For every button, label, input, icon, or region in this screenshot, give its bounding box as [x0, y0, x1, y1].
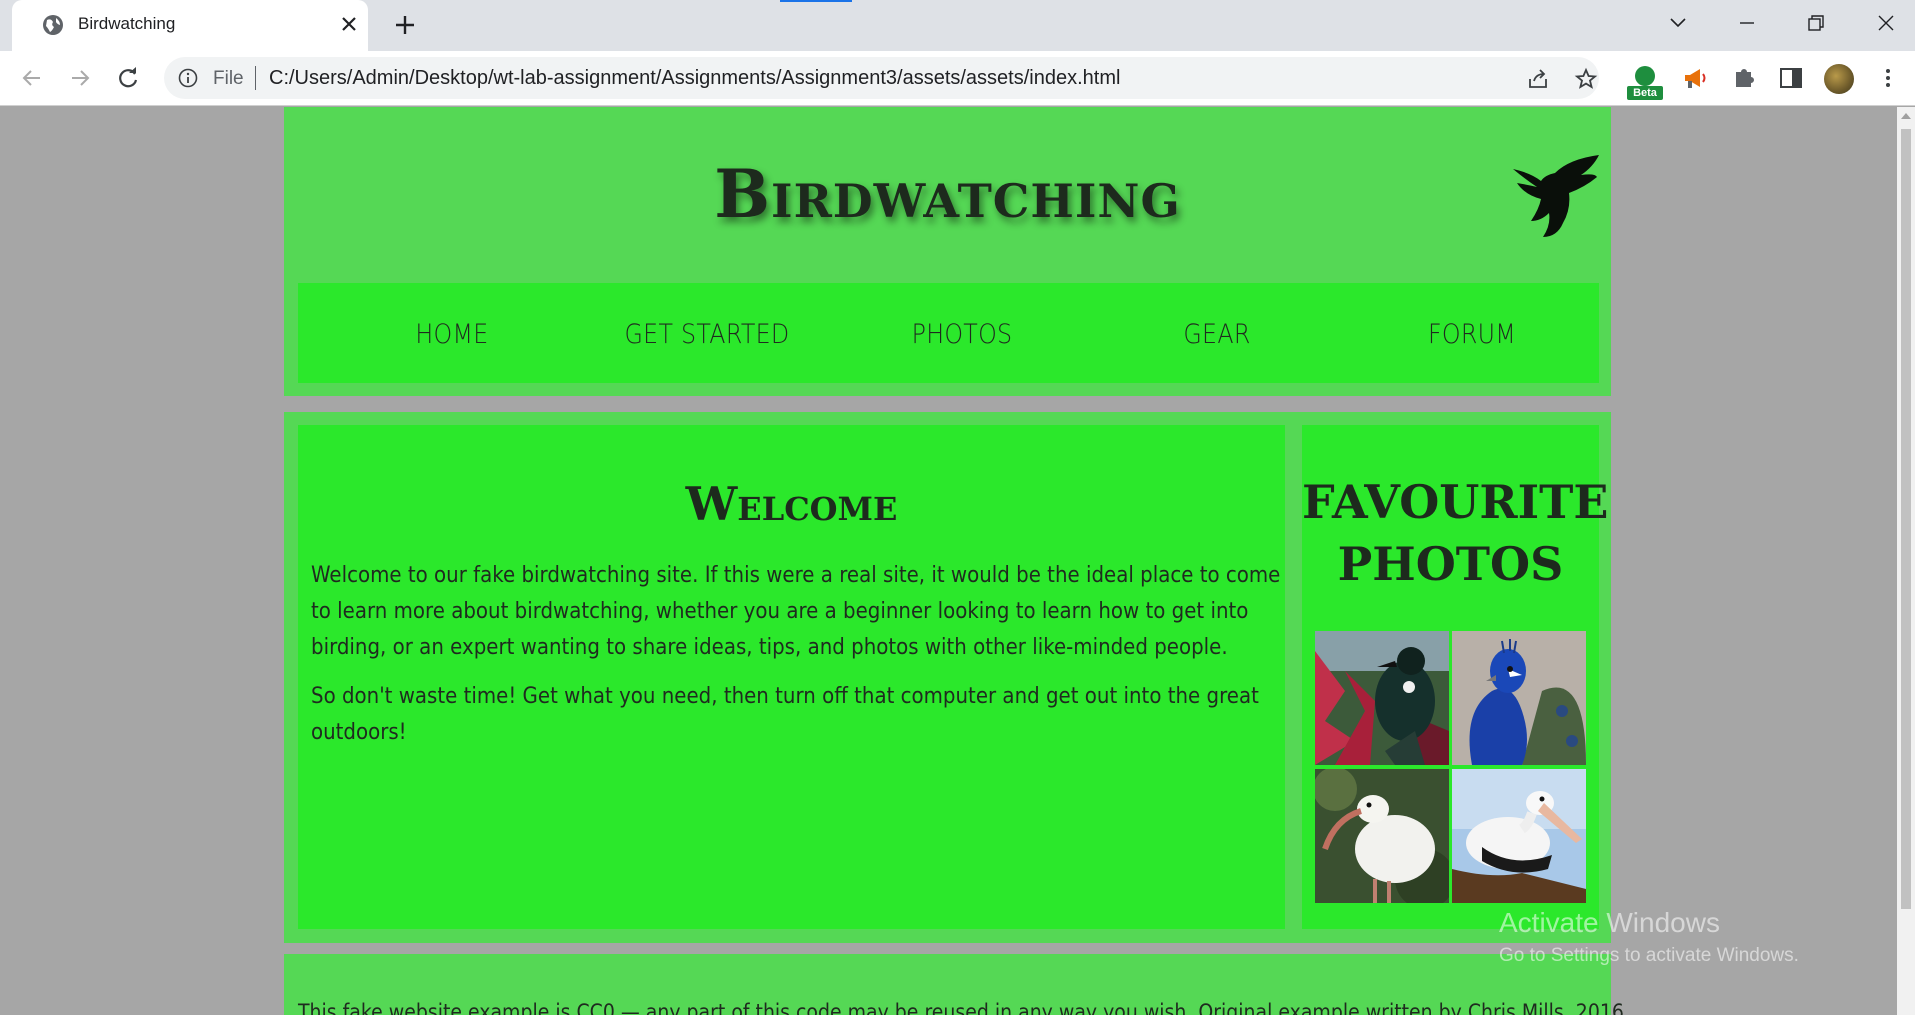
beta-extension-icon[interactable]: Beta	[1627, 66, 1663, 100]
tui-photo[interactable]	[1315, 631, 1449, 765]
reload-icon[interactable]	[114, 64, 142, 92]
restore-icon[interactable]	[1803, 10, 1829, 36]
plus-icon[interactable]	[392, 12, 418, 38]
close-icon[interactable]	[337, 12, 361, 36]
megaphone-icon[interactable]	[1680, 63, 1710, 93]
site-header: Birdwatching HOME GET STARTED PHOTOS GEA…	[284, 107, 1611, 396]
activate-windows-subtitle: Go to Settings to activate Windows.	[1499, 945, 1799, 966]
bird-logo-icon	[1513, 155, 1599, 237]
favourite-photos-panel: FAVOURITE PHOTOS	[1302, 425, 1609, 929]
puzzle-icon[interactable]	[1729, 63, 1759, 93]
scroll-thumb[interactable]	[1901, 129, 1911, 909]
window-close-icon[interactable]	[1873, 10, 1899, 36]
welcome-heading: Welcome	[685, 477, 898, 531]
tab-birdwatching[interactable]: Birdwatching	[12, 0, 368, 51]
nav-gear[interactable]: GEAR	[1129, 319, 1305, 350]
side-panel-icon[interactable]	[1776, 63, 1806, 93]
extension-badge-icon	[1635, 66, 1655, 86]
kebab-menu-icon[interactable]	[1873, 63, 1903, 93]
beta-label: Beta	[1627, 86, 1663, 100]
forward-icon[interactable]	[66, 64, 94, 92]
omnibox-divider	[255, 66, 256, 90]
share-icon[interactable]	[1526, 67, 1550, 91]
chevron-down-icon[interactable]	[1665, 10, 1691, 36]
nav-photos[interactable]: PHOTOS	[874, 319, 1050, 350]
minimize-icon[interactable]	[1734, 10, 1760, 36]
nav-home[interactable]: HOME	[364, 319, 540, 350]
welcome-paragraph-1: Welcome to our fake birdwatching site. I…	[311, 563, 1281, 660]
welcome-paragraph-2: So don't waste time! Get what you need, …	[311, 684, 1259, 745]
main-content: Welcome Welcome to our fake birdwatching…	[284, 412, 1611, 943]
site-title: Birdwatching	[714, 155, 1181, 233]
scroll-up-arrow[interactable]	[1901, 113, 1911, 119]
page-viewport: Birdwatching HOME GET STARTED PHOTOS GEA…	[0, 107, 1897, 1015]
footer-text: This fake website example is CC0 — any p…	[298, 1000, 1630, 1015]
url-text[interactable]: C:/Users/Admin/Desktop/wt-lab-assignment…	[269, 67, 1120, 90]
site-footer: This fake website example is CC0 — any p…	[284, 954, 1630, 1015]
globe-icon	[43, 15, 63, 35]
main-nav: HOME GET STARTED PHOTOS GEAR FORUM	[298, 283, 1599, 383]
tab-strip: Birdwatching	[0, 0, 1915, 51]
address-bar[interactable]: File C:/Users/Admin/Desktop/wt-lab-assig…	[164, 57, 1599, 99]
star-icon[interactable]	[1574, 67, 1598, 91]
info-icon[interactable]	[178, 68, 198, 88]
avatar[interactable]	[1824, 64, 1854, 94]
nav-forum[interactable]: FORUM	[1384, 319, 1560, 350]
pelican-photo[interactable]	[1452, 769, 1586, 903]
welcome-article: Welcome Welcome to our fake birdwatching…	[298, 425, 1285, 929]
page-scrollbar[interactable]	[1897, 107, 1915, 1015]
scheme-label: File	[213, 68, 244, 89]
tab-loading-indicator	[780, 0, 852, 2]
tab-title: Birdwatching	[78, 14, 176, 33]
ibis-photo[interactable]	[1315, 769, 1449, 903]
nav-get-started[interactable]: GET STARTED	[619, 319, 795, 350]
peacock-photo[interactable]	[1452, 631, 1586, 765]
browser-toolbar: File C:/Users/Admin/Desktop/wt-lab-assig…	[0, 51, 1915, 106]
favourite-photos-heading: FAVOURITE PHOTOS	[1302, 475, 1609, 591]
back-icon[interactable]	[18, 64, 46, 92]
activate-windows-title: Activate Windows	[1499, 907, 1720, 938]
